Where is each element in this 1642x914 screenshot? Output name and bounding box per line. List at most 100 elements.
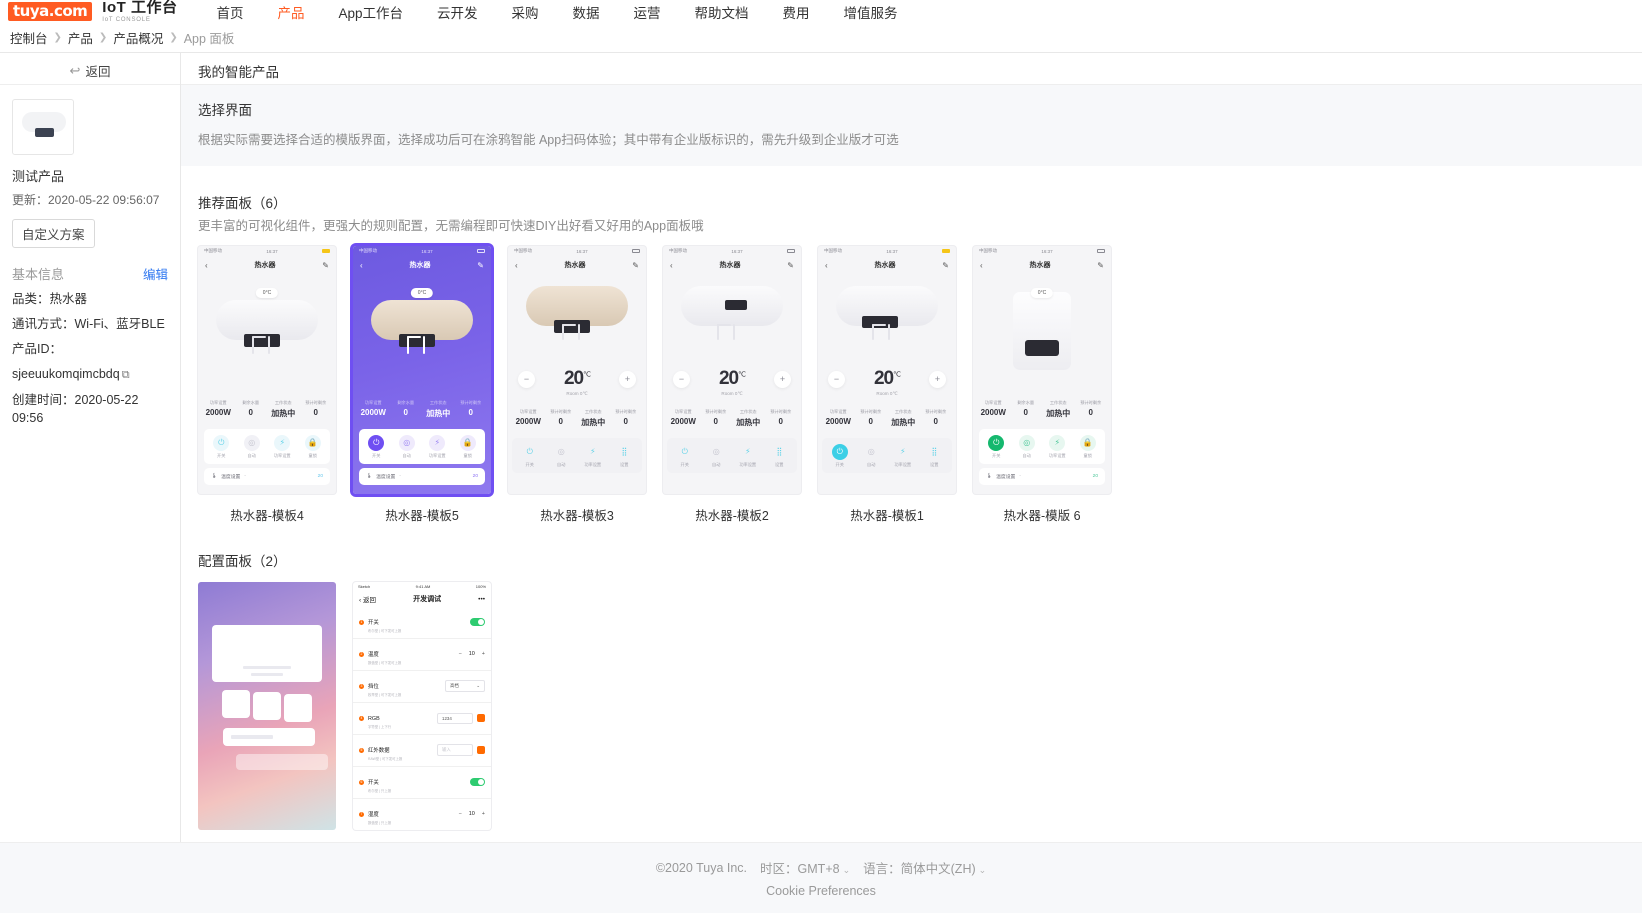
panel-preview-template6[interactable]: 中国移动 16:37 ‹ 热水器 ✎ 0°C <box>973 246 1111 494</box>
chevron-left-icon[interactable]: ‹ <box>825 261 828 270</box>
action-power[interactable]: ⏻开关 <box>206 435 237 459</box>
send-button[interactable] <box>477 714 485 722</box>
action-settings[interactable]: ⣿设置 <box>609 444 641 468</box>
plus-icon[interactable]: + <box>929 371 946 388</box>
language-selector[interactable]: 语言：简体中文(ZH)⌄ <box>863 858 986 877</box>
back-button[interactable]: ‹ 返回 <box>359 594 376 604</box>
timezone-selector[interactable]: 时区：GMT+8⌄ <box>760 858 850 877</box>
action-settings[interactable]: ⣿设置 <box>764 444 796 468</box>
panel-preview-template5[interactable]: 中国移动 16:37 ‹ 热水器 ✎ 0°C <box>353 246 491 494</box>
nav-item-services[interactable]: 增值服务 <box>826 2 914 22</box>
action-lock[interactable]: 🔒童锁 <box>453 435 484 459</box>
dp-row[interactable]: 6 开关布尔型 | 只上报 <box>353 767 491 799</box>
chevron-left-icon[interactable]: ‹ <box>670 261 673 270</box>
minus-icon[interactable]: − <box>673 371 690 388</box>
action-lock[interactable]: 🔒童锁 <box>298 435 329 459</box>
panel-card-template5[interactable]: 中国移动 16:37 ‹ 热水器 ✎ 0°C <box>353 246 491 524</box>
action-auto[interactable]: ◎自动 <box>546 444 578 468</box>
dp-row[interactable]: 7 湿度数值型 | 只上报 −10+ <box>353 799 491 830</box>
stepper-control[interactable]: −10+ <box>459 811 485 817</box>
text-input[interactable]: 输入 <box>437 744 473 756</box>
copy-icon[interactable]: ⧉ <box>122 369 130 381</box>
cookie-preferences-link[interactable]: Cookie Preferences <box>766 884 876 898</box>
panel-preview-template2[interactable]: 中国移动 16:37 ‹ 热水器 ✎ <box>663 246 801 494</box>
action-power[interactable]: ⏻开关 <box>981 435 1012 459</box>
nav-item-operation[interactable]: 运营 <box>616 2 677 22</box>
temperature-setting-row[interactable]: 🌡 温度设置 · 20 <box>204 468 330 485</box>
plus-icon[interactable]: + <box>482 651 485 657</box>
pencil-icon[interactable]: ✎ <box>787 261 794 270</box>
panel-preview-template1[interactable]: 中国移动 16:37 ‹ 热水器 ✎ <box>818 246 956 494</box>
breadcrumb-product[interactable]: 产品 <box>68 28 93 47</box>
breadcrumb-console[interactable]: 控制台 <box>10 28 48 47</box>
text-input[interactable]: 1234 <box>437 713 473 724</box>
action-power[interactable]: ⏻开关 <box>514 444 546 468</box>
action-power-setting[interactable]: ⚡功率设置 <box>732 444 764 468</box>
dp-row[interactable]: 1 开关布尔型 | 可下发可上报 <box>353 607 491 639</box>
action-power-setting[interactable]: ⚡功率设置 <box>422 435 453 459</box>
toggle-switch[interactable] <box>470 778 485 786</box>
action-power-setting[interactable]: ⚡功率设置 <box>887 444 919 468</box>
panel-card-template2[interactable]: 中国移动 16:37 ‹ 热水器 ✎ <box>663 246 801 524</box>
action-power[interactable]: ⏻开关 <box>824 444 856 468</box>
panel-card-template4[interactable]: 中国移动 16:37 ‹ 热水器 ✎ 0°C <box>198 246 336 524</box>
panel-card-template3[interactable]: 中国移动 16:37 ‹ 热水器 ✎ <box>508 246 646 524</box>
toggle-switch[interactable] <box>470 618 485 626</box>
scroll-area[interactable]: 选择界面 根据实际需要选择合适的模版界面，选择成功后可在涂鸦智能 App扫码体验… <box>181 85 1642 842</box>
action-auto[interactable]: ◎自动 <box>856 444 888 468</box>
action-power-setting[interactable]: ⚡功率设置 <box>577 444 609 468</box>
select-dropdown[interactable]: 高档⌄ <box>445 680 485 692</box>
pencil-icon[interactable]: ✎ <box>942 261 949 270</box>
action-settings[interactable]: ⣿设置 <box>919 444 951 468</box>
nav-item-docs[interactable]: 帮助文档 <box>677 2 765 22</box>
action-auto[interactable]: ◎自动 <box>392 435 423 459</box>
chevron-left-icon[interactable]: ‹ <box>360 261 363 270</box>
action-power-setting[interactable]: ⚡功率设置 <box>267 435 298 459</box>
temperature-setting-row[interactable]: 🌡 温度设置 · 20 <box>979 468 1105 485</box>
nav-item-billing[interactable]: 费用 <box>765 2 826 22</box>
action-power[interactable]: ⏻开关 <box>361 435 392 459</box>
stepper-control[interactable]: −10+ <box>459 651 485 657</box>
chevron-left-icon[interactable]: ‹ <box>980 261 983 270</box>
nav-item-product[interactable]: 产品 <box>260 2 321 22</box>
more-icon[interactable]: ••• <box>478 596 485 603</box>
send-button[interactable] <box>477 746 485 754</box>
plus-icon[interactable]: + <box>619 371 636 388</box>
panel-card-template1[interactable]: 中国移动 16:37 ‹ 热水器 ✎ <box>818 246 956 524</box>
minus-icon[interactable]: − <box>459 811 462 817</box>
nav-item-app[interactable]: App工作台 <box>321 2 420 22</box>
nav-item-cloud[interactable]: 云开发 <box>420 2 495 22</box>
temperature-setting-row[interactable]: 🌡 温度设置 · 20 <box>359 468 485 485</box>
free-config-preview[interactable] <box>198 582 336 830</box>
dp-row[interactable]: 2 温度数值型 | 可下发可上报 −10+ <box>353 639 491 671</box>
panel-preview-template4[interactable]: 中国移动 16:37 ‹ 热水器 ✎ 0°C <box>198 246 336 494</box>
action-auto[interactable]: ◎自动 <box>237 435 268 459</box>
pencil-icon[interactable]: ✎ <box>477 261 484 270</box>
dp-row[interactable]: 3 挡位枚举型 | 可下发可上报 高档⌄ <box>353 671 491 703</box>
pencil-icon[interactable]: ✎ <box>1097 261 1104 270</box>
nav-item-home[interactable]: 首页 <box>199 2 260 22</box>
pencil-icon[interactable]: ✎ <box>322 261 329 270</box>
panel-preview-template3[interactable]: 中国移动 16:37 ‹ 热水器 ✎ <box>508 246 646 494</box>
back-button[interactable]: ↩ 返回 <box>0 53 180 85</box>
action-power[interactable]: ⏻开关 <box>669 444 701 468</box>
action-lock[interactable]: 🔒童锁 <box>1073 435 1104 459</box>
breadcrumb-overview[interactable]: 产品概况 <box>113 28 163 47</box>
action-auto[interactable]: ◎自动 <box>701 444 733 468</box>
tuya-logo[interactable]: tuya.com <box>8 2 92 22</box>
pencil-icon[interactable]: ✎ <box>632 261 639 270</box>
custom-scheme-button[interactable]: 自定义方案 <box>12 219 95 248</box>
minus-icon[interactable]: − <box>518 371 535 388</box>
minus-icon[interactable]: − <box>459 651 462 657</box>
nav-item-purchase[interactable]: 采购 <box>494 2 555 22</box>
nav-item-data[interactable]: 数据 <box>555 2 616 22</box>
dp-row[interactable]: 5 红外数据RAW型 | 可下发可上报 输入 <box>353 735 491 767</box>
action-power-setting[interactable]: ⚡功率设置 <box>1042 435 1073 459</box>
action-auto[interactable]: ◎自动 <box>1012 435 1043 459</box>
edit-link[interactable]: 编辑 <box>143 264 168 283</box>
dp-row[interactable]: 4 RGB字符型 | 上下行 1234 <box>353 703 491 735</box>
plus-icon[interactable]: + <box>774 371 791 388</box>
chevron-left-icon[interactable]: ‹ <box>205 261 208 270</box>
panel-card-dev-debug[interactable]: Sketch 9:41 AM 100% ‹ 返回 开发调试 ••• 1 <box>353 582 491 843</box>
panel-card-template6[interactable]: 中国移动 16:37 ‹ 热水器 ✎ 0°C <box>973 246 1111 524</box>
